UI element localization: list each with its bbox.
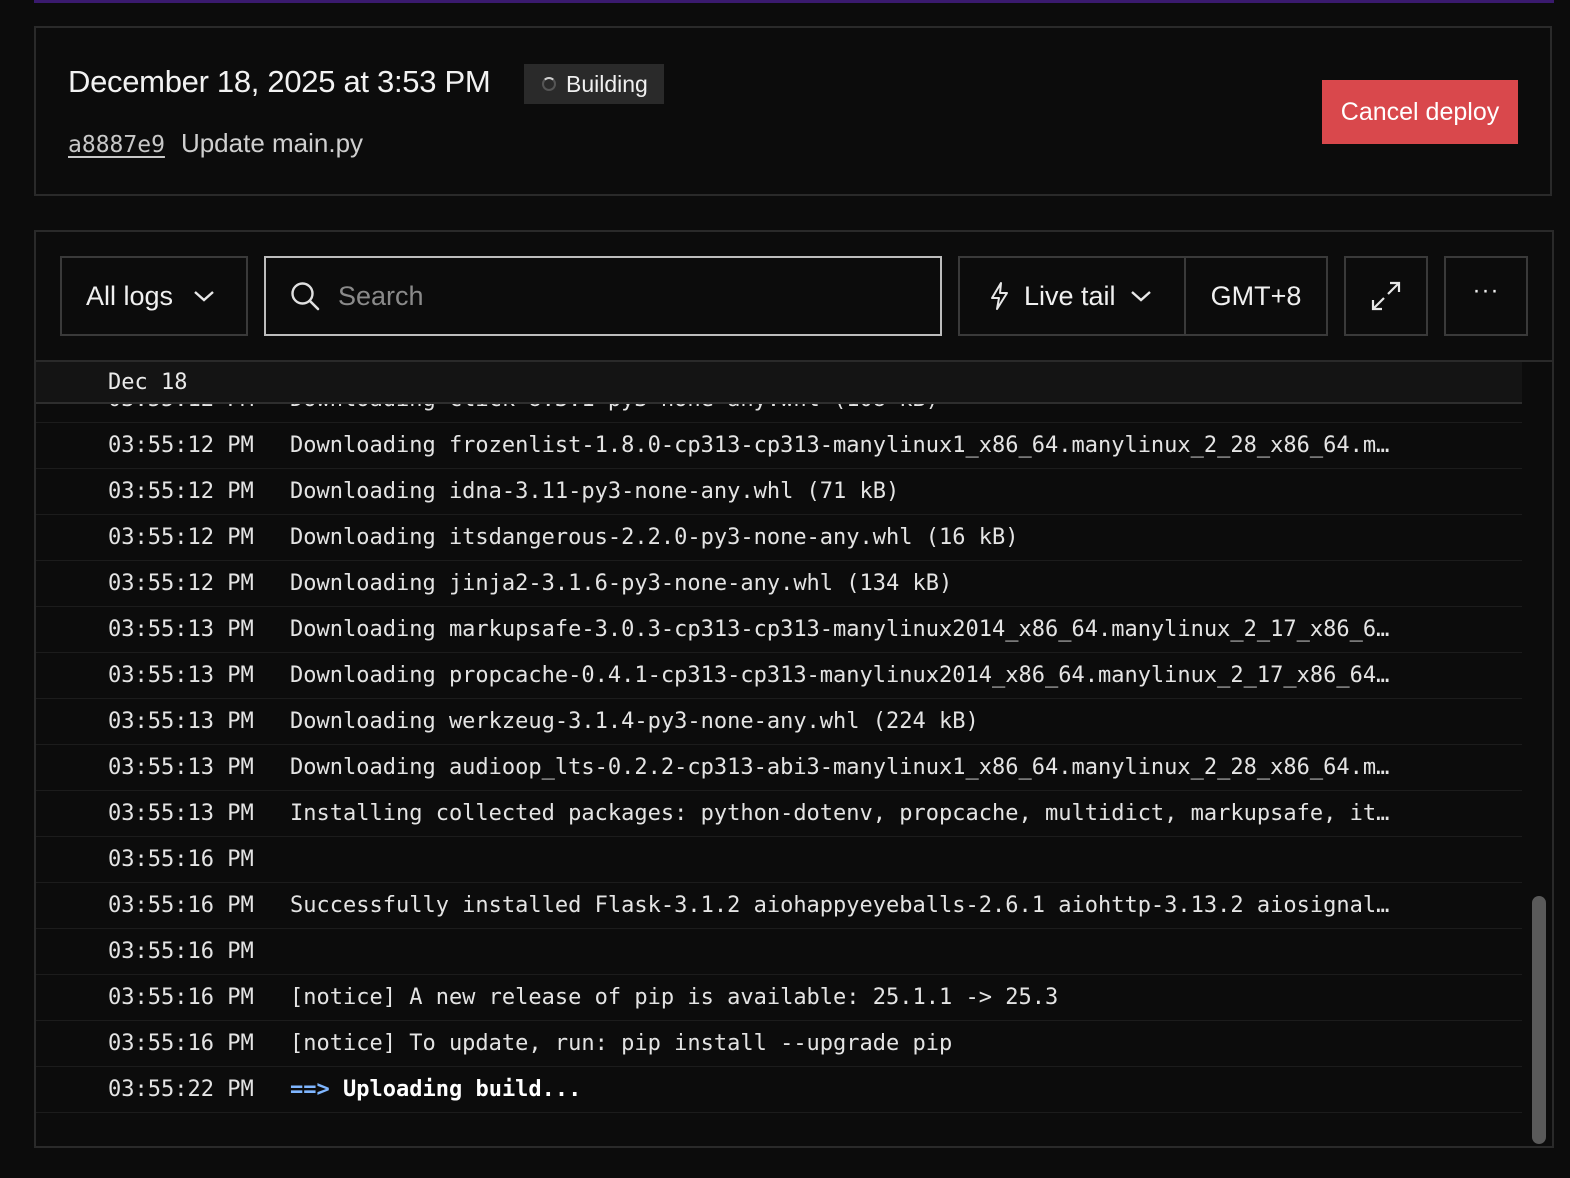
search-box[interactable] xyxy=(264,256,942,336)
log-row: 03:55:12 PM Downloading jinja2-3.1.6-py3-… xyxy=(36,561,1522,607)
log-row: 03:55:12 PM Downloading idna-3.11-py3-non… xyxy=(36,469,1522,515)
cancel-deploy-button[interactable]: Cancel deploy xyxy=(1322,80,1518,144)
log-row: 03:55:13 PM Downloading werkzeug-3.1.4-py… xyxy=(36,699,1522,745)
log-timestamp: 03:55:13 PM xyxy=(108,617,254,642)
log-row: 03:55:16 PM [notice] To update, run: pip … xyxy=(36,1021,1522,1067)
deploy-header: December 18, 2025 at 3:53 PM Building a8… xyxy=(34,26,1552,196)
log-row: 03:55:16 PM xyxy=(36,837,1522,883)
log-message: Downloading propcache-0.4.1-cp313-cp313-… xyxy=(290,663,1390,688)
commit-hash-link[interactable]: a8887e9 xyxy=(68,132,165,158)
chevron-down-icon xyxy=(194,291,214,302)
expand-icon xyxy=(1371,281,1401,311)
log-filter-label: All logs xyxy=(86,280,174,311)
log-timestamp: 03:55:16 PM xyxy=(108,893,254,918)
log-timestamp: 03:55:13 PM xyxy=(108,663,254,688)
log-timestamp: 03:55:12 PM xyxy=(108,525,254,550)
commit-line: a8887e9 Update main.py xyxy=(68,128,363,159)
more-icon: ··· xyxy=(1472,277,1500,304)
commit-message: Update main.py xyxy=(180,128,364,158)
status-badge: Building xyxy=(524,64,664,104)
log-timestamp: 03:55:12 PM xyxy=(108,571,254,596)
log-message: Downloading werkzeug-3.1.4-py3-none-any.… xyxy=(290,709,979,734)
more-options-button[interactable]: ··· xyxy=(1444,256,1528,336)
log-list: 03:55:12 PMDownloading click-8.3.1-py3-n… xyxy=(36,377,1522,1113)
log-message: Downloading idna-3.11-py3-none-any.whl (… xyxy=(290,479,900,504)
log-row: 03:55:16 PM xyxy=(36,929,1522,975)
logs-panel: All logs Live tail GM xyxy=(34,230,1554,1148)
log-timestamp: 03:55:22 PM xyxy=(108,1077,254,1102)
log-message: Downloading jinja2-3.1.6-py3-none-any.wh… xyxy=(290,571,953,596)
log-message: Downloading audioop_lts-0.2.2-cp313-abi3… xyxy=(290,755,1390,780)
log-timestamp: 03:55:12 PM xyxy=(108,433,254,458)
log-timestamp: 03:55:16 PM xyxy=(108,939,254,964)
search-icon xyxy=(291,282,320,311)
timezone-label: GMT+8 xyxy=(1210,280,1302,311)
live-tail-group: Live tail GMT+8 xyxy=(958,256,1328,336)
log-row: 03:55:16 PM Successfully installed Flask-… xyxy=(36,883,1522,929)
log-timestamp: 03:55:12 PM xyxy=(108,479,254,504)
log-row: 03:55:13 PM Downloading markupsafe-3.0.3-… xyxy=(36,607,1522,653)
log-row: 03:55:13 PM Installing collected packages… xyxy=(36,791,1522,837)
log-row: 03:55:13 PM Downloading propcache-0.4.1-c… xyxy=(36,653,1522,699)
date-header: Dec 18 xyxy=(36,362,1522,404)
log-timestamp: 03:55:16 PM xyxy=(108,1031,254,1056)
log-message: Downloading markupsafe-3.0.3-cp313-cp313… xyxy=(290,617,1390,642)
spinner-icon xyxy=(542,77,556,91)
log-message: Successfully installed Flask-3.1.2 aioha… xyxy=(290,893,1390,918)
log-row: 03:55:22 PM ==> Uploading build... xyxy=(36,1067,1522,1113)
lightning-icon xyxy=(991,282,1008,310)
log-timestamp: 03:55:13 PM xyxy=(108,755,254,780)
expand-button[interactable] xyxy=(1344,256,1428,336)
status-label: Building xyxy=(566,70,648,97)
log-row: 03:55:12 PM Downloading frozenlist-1.8.0-… xyxy=(36,423,1522,469)
scrollbar-thumb[interactable] xyxy=(1532,896,1546,1144)
log-row: 03:55:12 PM Downloading itsdangerous-2.2.… xyxy=(36,515,1522,561)
top-accent-bar xyxy=(34,0,1554,3)
logs-toolbar: All logs Live tail GM xyxy=(36,232,1552,362)
log-row: 03:55:16 PM [notice] A new release of pip… xyxy=(36,975,1522,1021)
log-timestamp: 03:55:16 PM xyxy=(108,847,254,872)
timezone-button[interactable]: GMT+8 xyxy=(1186,258,1326,334)
search-input[interactable] xyxy=(336,279,900,313)
log-timestamp: 03:55:13 PM xyxy=(108,801,254,826)
log-message: [notice] To update, run: pip install --u… xyxy=(290,1031,953,1056)
log-message: Installing collected packages: python-do… xyxy=(290,801,1390,826)
log-message: [notice] A new release of pip is availab… xyxy=(290,985,1059,1010)
log-timestamp: 03:55:13 PM xyxy=(108,709,254,734)
log-message: Downloading itsdangerous-2.2.0-py3-none-… xyxy=(290,525,1019,550)
log-arrow-marker: ==> xyxy=(290,1077,330,1102)
log-row: 03:55:13 PM Downloading audioop_lts-0.2.2… xyxy=(36,745,1522,791)
log-filter-dropdown[interactable]: All logs xyxy=(60,256,248,336)
log-message: Downloading frozenlist-1.8.0-cp313-cp313… xyxy=(290,433,1390,458)
live-tail-dropdown[interactable]: Live tail xyxy=(960,258,1186,334)
log-area[interactable]: Dec 18 03:55:12 PMDownloading click-8.3.… xyxy=(36,362,1552,1146)
log-message: ==> Uploading build... xyxy=(290,1077,1484,1102)
log-timestamp: 03:55:16 PM xyxy=(108,985,254,1010)
live-tail-label: Live tail xyxy=(1024,280,1116,311)
log-upload-message: Uploading build... xyxy=(343,1077,582,1102)
deploy-title: December 18, 2025 at 3:53 PM xyxy=(68,64,491,99)
chevron-down-icon xyxy=(1130,291,1151,302)
